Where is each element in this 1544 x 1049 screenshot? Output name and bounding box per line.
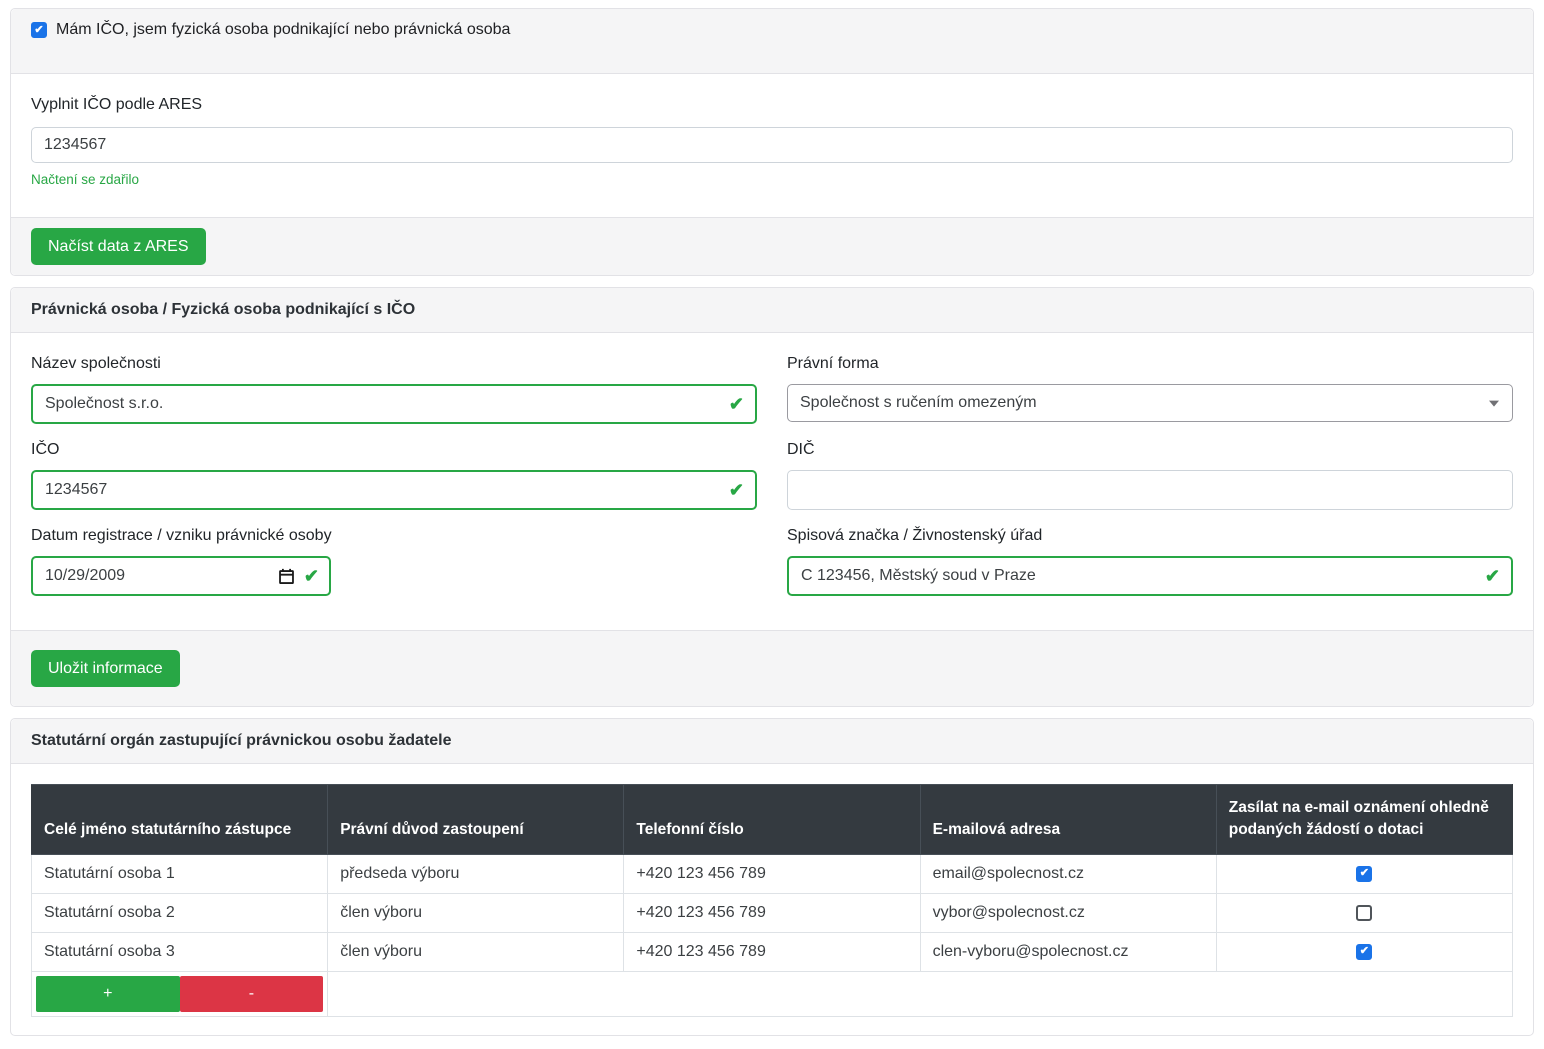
ico-value: 1234567 [45,481,107,499]
chevron-down-icon [1489,401,1499,407]
cell-legal-reason[interactable]: člen výboru [328,932,624,971]
company-card-footer: Uložit informace [11,630,1533,706]
legal-form-select[interactable]: Společnost s ručením omezeným [787,384,1513,422]
registration-date-label: Datum registrace / vzniku právnické osob… [31,527,757,545]
legal-form-value: Společnost s ručením omezeným [800,394,1037,412]
applicant-type-header: Mám IČO, jsem fyzická osoba podnikající … [11,9,1533,74]
company-section-header: Právnická osoba / Fyzická osoba podnikaj… [11,288,1533,333]
remove-row-button[interactable]: - [180,976,324,1012]
company-card-body: Název společnosti Společnost s.r.o. ✔ Pr… [11,333,1533,630]
valid-check-icon: ✔ [1485,567,1500,585]
dic-input[interactable] [787,470,1513,510]
registration-date-field: Datum registrace / vzniku právnické osob… [31,527,757,596]
notify-checkbox[interactable] [1356,905,1372,921]
cell-email[interactable]: vybor@spolecnost.cz [920,893,1216,932]
statutory-card: Statutární orgán zastupující právnickou … [10,718,1534,1036]
load-ares-button[interactable]: Načíst data z ARES [31,228,206,265]
valid-check-icon: ✔ [304,567,319,585]
has-ico-checkbox-row[interactable]: Mám IČO, jsem fyzická osoba podnikající … [31,21,510,39]
registration-date-input[interactable]: 10/29/2009 ✔ [31,556,331,596]
statutory-card-body: Celé jméno statutárního zástupce Právní … [11,764,1533,1035]
cell-name[interactable]: Statutární osoba 3 [32,932,328,971]
statutory-table: Celé jméno statutárního zástupce Právní … [31,784,1513,1017]
col-header-notify: Zasílat na e-mail oznámení ohledně podan… [1216,785,1512,855]
cell-email[interactable]: clen-vyboru@spolecnost.cz [920,932,1216,971]
legal-form-field: Právní forma Společnost s ručením omezen… [787,355,1513,424]
company-name-value: Společnost s.r.o. [45,395,163,413]
table-row: Statutární osoba 2 člen výboru +420 123 … [32,893,1513,932]
cell-legal-reason[interactable]: člen výboru [328,893,624,932]
company-name-input[interactable]: Společnost s.r.o. ✔ [31,384,757,424]
col-header-name: Celé jméno statutárního zástupce [32,785,328,855]
table-header-row: Celé jméno statutárního zástupce Právní … [32,785,1513,855]
calendar-icon[interactable] [278,568,295,585]
registration-date-value: 10/29/2009 [45,567,125,585]
save-info-button[interactable]: Uložit informace [31,650,180,687]
ares-card: Mám IČO, jsem fyzická osoba podnikající … [10,8,1534,276]
has-ico-checkbox-label: Mám IČO, jsem fyzická osoba podnikající … [56,21,510,39]
table-actions-row: + - [32,971,1513,1016]
cell-phone[interactable]: +420 123 456 789 [624,854,920,893]
has-ico-checkbox[interactable] [31,22,47,38]
form-page: Mám IČO, jsem fyzická osoba podnikající … [0,0,1544,1036]
cell-phone[interactable]: +420 123 456 789 [624,893,920,932]
ares-card-footer: Načíst data z ARES [11,217,1533,275]
ares-ico-input[interactable]: 1234567 [31,127,1513,163]
empty-cell [328,971,1513,1016]
cell-name[interactable]: Statutární osoba 2 [32,893,328,932]
col-header-email: E-mailová adresa [920,785,1216,855]
statutory-section-header: Statutární orgán zastupující právnickou … [11,719,1533,764]
ico-input[interactable]: 1234567 ✔ [31,470,757,510]
ares-ico-label: Vyplnit IČO podle ARES [31,96,1513,114]
ico-field: IČO 1234567 ✔ [31,441,757,510]
dic-field: DIČ [787,441,1513,510]
file-number-input[interactable]: C 123456, Městský soud v Praze ✔ [787,556,1513,596]
dic-label: DIČ [787,441,1513,459]
company-name-label: Název společnosti [31,355,757,373]
notify-checkbox[interactable] [1356,944,1372,960]
ares-card-body: Vyplnit IČO podle ARES 1234567 Načtení s… [11,74,1533,217]
cell-phone[interactable]: +420 123 456 789 [624,932,920,971]
col-header-phone: Telefonní číslo [624,785,920,855]
ares-ico-value: 1234567 [44,136,106,154]
valid-check-icon: ✔ [729,395,744,413]
cell-name[interactable]: Statutární osoba 1 [32,854,328,893]
file-number-label: Spisová značka / Živnostenský úřad [787,527,1513,545]
notify-checkbox[interactable] [1356,866,1372,882]
file-number-value: C 123456, Městský soud v Praze [801,567,1036,585]
cell-legal-reason[interactable]: předseda výboru [328,854,624,893]
ico-label: IČO [31,441,757,459]
add-row-button[interactable]: + [36,976,180,1012]
legal-form-label: Právní forma [787,355,1513,373]
ares-status-message: Načtení se zdařilo [31,172,1513,187]
company-name-field: Název společnosti Společnost s.r.o. ✔ [31,355,757,424]
col-header-legal-reason: Právní důvod zastoupení [328,785,624,855]
company-card: Právnická osoba / Fyzická osoba podnikaj… [10,287,1534,707]
file-number-field: Spisová značka / Živnostenský úřad C 123… [787,527,1513,596]
table-row: Statutární osoba 3 člen výboru +420 123 … [32,932,1513,971]
cell-email[interactable]: email@spolecnost.cz [920,854,1216,893]
valid-check-icon: ✔ [729,481,744,499]
table-row: Statutární osoba 1 předseda výboru +420 … [32,854,1513,893]
